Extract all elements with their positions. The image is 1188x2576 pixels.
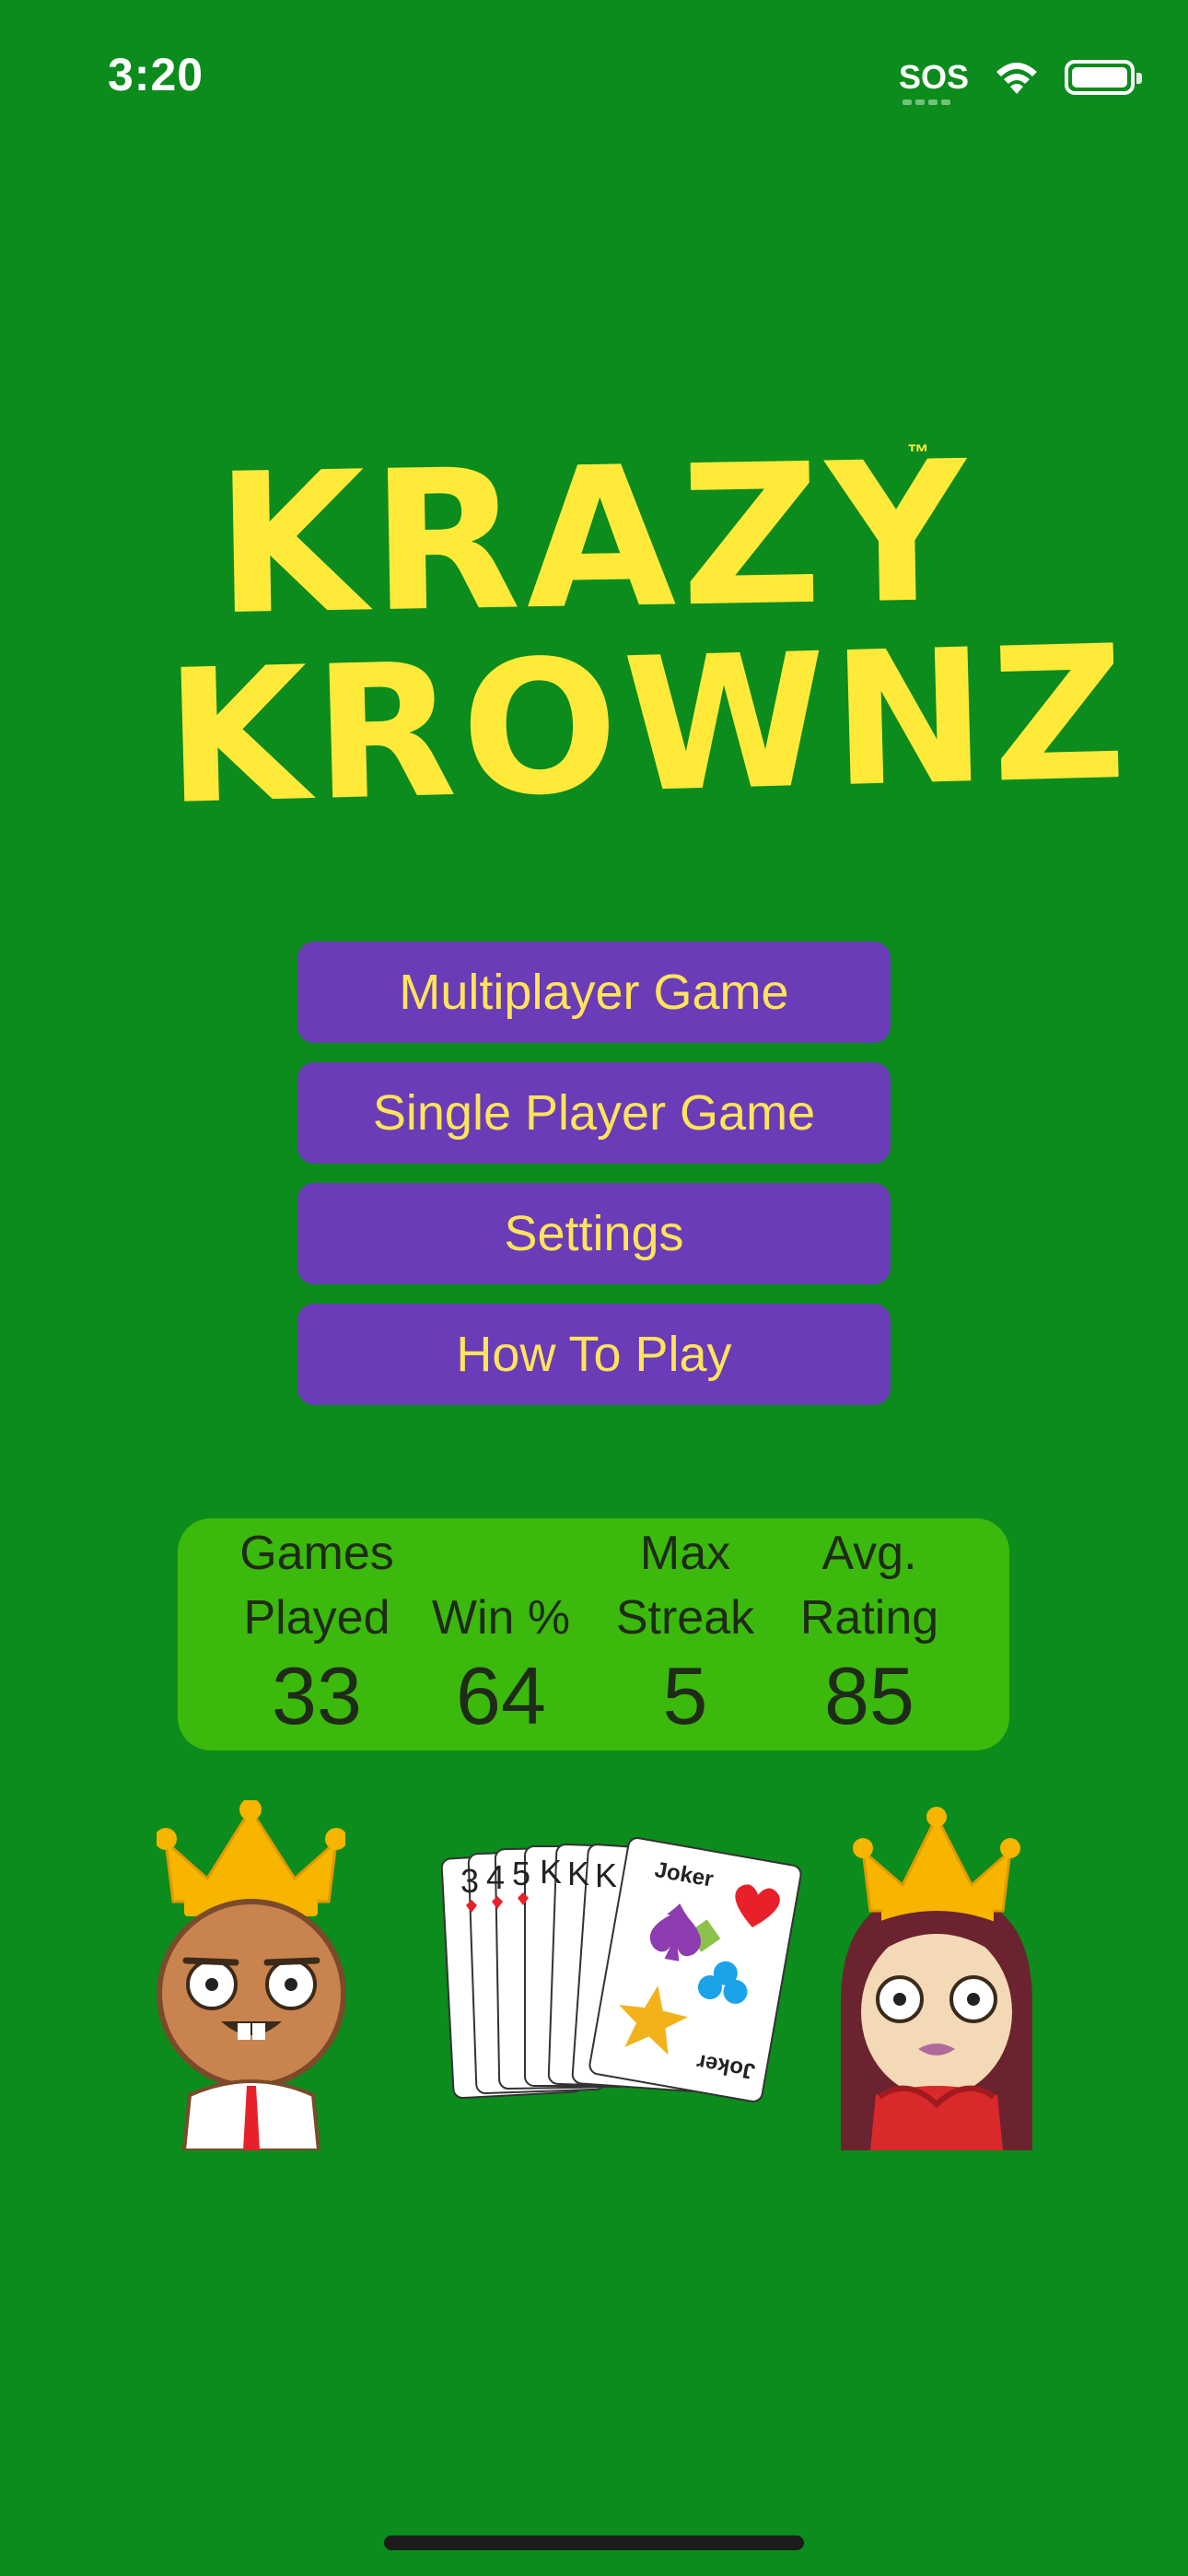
stat-label: Avg. <box>821 1527 917 1580</box>
game-logo: KRAZY KROWNZ <box>163 419 1134 847</box>
stat-value: 5 <box>662 1650 708 1741</box>
king-avatar-icon <box>157 1800 345 2150</box>
settings-button[interactable]: Settings <box>297 1183 891 1284</box>
card-rank: K <box>540 1853 562 1891</box>
queen-avatar-icon <box>841 1807 1032 2150</box>
stat-label: Games <box>239 1527 394 1580</box>
card-rank: K <box>595 1856 617 1894</box>
main-menu: Multiplayer Game Single Player Game Sett… <box>297 942 891 1424</box>
cards-fan-icon: 3 4 5 K K K Joker Joker <box>440 1837 802 2102</box>
stat-value: 85 <box>824 1650 914 1741</box>
status-time: 3:20 <box>108 49 204 100</box>
trademark-symbol: ™ <box>907 440 929 465</box>
how-to-play-button[interactable]: How To Play <box>297 1304 891 1405</box>
logo-line-krownz: KROWNZ <box>163 605 1134 847</box>
stats-panel: Games Played 33 Win % 64 Max Streak 5 Av… <box>178 1518 1009 1751</box>
card-rank: K <box>567 1855 589 1892</box>
status-bar: 3:20 SOS <box>0 0 1188 147</box>
illustrations: 3 4 5 K K K Joker Joker <box>0 1797 1188 2156</box>
single-player-game-button[interactable]: Single Player Game <box>297 1062 891 1164</box>
status-icons: SOS <box>898 55 1142 105</box>
stat-value: 33 <box>272 1650 362 1741</box>
multiplayer-game-button[interactable]: Multiplayer Game <box>297 942 891 1043</box>
stat-value: 64 <box>456 1650 546 1741</box>
sos-indicator: SOS <box>898 58 969 105</box>
card-rank: 5 <box>512 1855 530 1892</box>
stat-label: Played <box>243 1591 390 1645</box>
battery-icon <box>1065 60 1142 95</box>
stat-label: Max <box>639 1527 731 1580</box>
stat-label: Win % <box>431 1591 571 1645</box>
home-indicator[interactable] <box>384 2535 804 2550</box>
card-rank: 4 <box>486 1858 505 1896</box>
sos-label: SOS <box>898 58 969 96</box>
stat-label: Streak <box>615 1591 755 1645</box>
stat-label: Rating <box>799 1591 939 1645</box>
wifi-icon <box>996 63 1037 94</box>
card-rank: 3 <box>460 1862 479 1900</box>
signal-dots <box>902 100 950 105</box>
